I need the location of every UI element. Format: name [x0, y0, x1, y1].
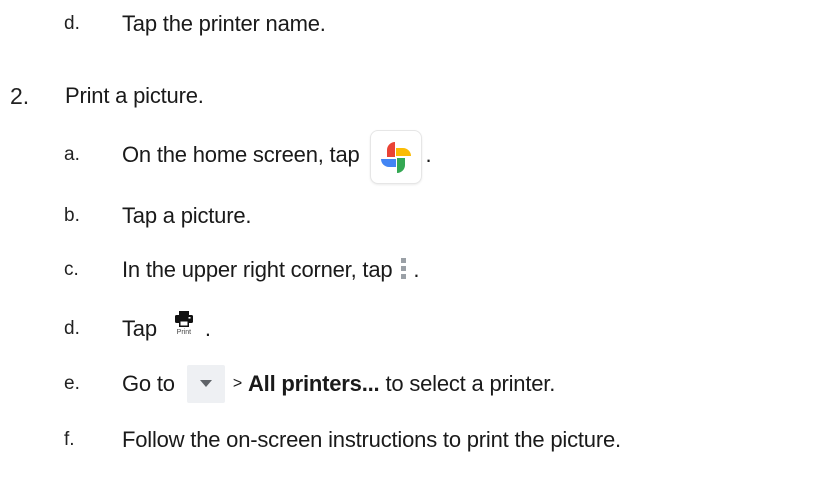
dropdown-arrow-icon	[186, 365, 225, 403]
step-text: On the home screen, tap	[122, 142, 360, 167]
step-marker: d.	[64, 13, 80, 34]
step-marker: b.	[64, 205, 80, 226]
step-2b: b. Tap a picture.	[64, 196, 251, 236]
step-2: 2. Print a picture.	[10, 76, 204, 116]
step-2f: f. Follow the on-screen instructions to …	[64, 420, 621, 460]
step-text: Tap the printer name.	[122, 11, 326, 36]
more-vertical-icon	[400, 256, 408, 285]
step-2a: a. On the home screen, tap .	[64, 126, 432, 184]
step-number: 2.	[10, 82, 30, 109]
path-separator: >	[232, 375, 242, 392]
step-title: Print a picture.	[65, 83, 204, 108]
menu-option-label: All printers...	[247, 371, 380, 396]
step-marker: d.	[64, 318, 80, 339]
step-marker: a.	[64, 144, 80, 165]
step-text: Tap	[122, 316, 157, 341]
step-text: In the upper right corner, tap	[122, 257, 393, 282]
step-2c: c. In the upper right corner, tap .	[64, 250, 420, 290]
step-text-end: .	[425, 142, 432, 167]
step-text-end: .	[413, 257, 420, 282]
step-text: Follow the on-screen instructions to pri…	[122, 427, 621, 452]
print-icon: Print	[174, 310, 193, 336]
step-d-prev: d. Tap the printer name.	[64, 6, 326, 42]
step-text: Go to	[122, 371, 175, 396]
step-marker: f.	[64, 429, 75, 450]
step-marker: e.	[64, 373, 80, 394]
print-icon-caption: Print	[176, 328, 192, 336]
google-photos-icon	[369, 130, 422, 184]
step-text: Tap a picture.	[122, 203, 252, 228]
step-text-end: to select a printer.	[385, 371, 556, 396]
step-text-end: .	[204, 316, 211, 341]
step-2e: e. Go to > All printers... to select a p…	[64, 362, 555, 406]
step-2d: d. Tap Print .	[64, 306, 211, 352]
step-marker: c.	[64, 259, 79, 280]
